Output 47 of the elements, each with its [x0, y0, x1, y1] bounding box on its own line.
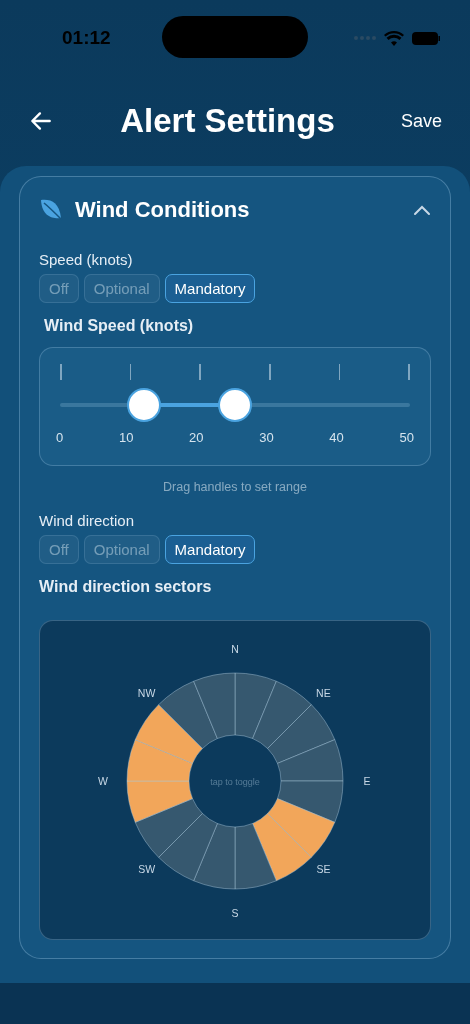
direction-sector[interactable]: [234, 672, 277, 739]
direction-sector[interactable]: [267, 798, 336, 858]
slider-handle[interactable]: [127, 388, 161, 422]
compass-label: E: [363, 775, 371, 787]
compass-label: S: [231, 907, 239, 919]
page-title: Alert Settings: [120, 102, 335, 140]
tick-label: 30: [259, 430, 274, 445]
slider-hint: Drag handles to set range: [162, 480, 308, 494]
compass-label: NW: [137, 686, 156, 699]
battery-icon: [412, 31, 440, 45]
direction-sector[interactable]: [234, 823, 277, 890]
direction-sector[interactable]: [134, 798, 203, 858]
compass-label: NE: [316, 686, 331, 699]
status-time: 01:12: [62, 27, 111, 49]
sectors-label: Wind direction sectors: [39, 578, 213, 596]
tick-label: 0: [56, 430, 64, 445]
tick-label: 40: [329, 430, 344, 445]
direction-sector[interactable]: [252, 680, 312, 749]
direction-sector[interactable]: [126, 780, 193, 823]
tick-label: 20: [189, 430, 204, 445]
direction-sector[interactable]: [158, 680, 218, 749]
mode-option[interactable]: Mandatory: [164, 274, 256, 303]
direction-sector[interactable]: [193, 672, 236, 739]
chevron-icon: [413, 204, 431, 216]
save-button[interactable]: Save: [400, 110, 442, 132]
compass-label: SW: [138, 863, 156, 876]
direction-sector[interactable]: [158, 813, 218, 882]
compass-label: SE: [316, 863, 331, 876]
tick-label: 50: [399, 430, 414, 445]
wifi-icon: [384, 30, 404, 46]
direction-sector[interactable]: [267, 704, 336, 764]
direction-sector[interactable]: [277, 739, 344, 782]
section-header[interactable]: Wind Conditions: [39, 197, 431, 251]
field-label: Wind direction: [39, 512, 136, 529]
toggle-hint: tap to toggle: [210, 777, 260, 787]
slider-label: Wind Speed (knots): [44, 317, 195, 335]
direction-sector[interactable]: [252, 813, 312, 882]
direction-sector[interactable]: [193, 823, 236, 890]
direction-sector[interactable]: [126, 739, 193, 782]
field-label: Speed (knots): [39, 251, 134, 268]
slider-handle[interactable]: [218, 388, 252, 422]
direction-sector[interactable]: [134, 704, 203, 764]
compass-label: N: [231, 643, 239, 655]
mode-option[interactable]: Mandatory: [164, 535, 256, 564]
compass-label: W: [98, 775, 108, 787]
direction-sector[interactable]: [277, 780, 344, 823]
tick-label: 10: [118, 430, 134, 445]
